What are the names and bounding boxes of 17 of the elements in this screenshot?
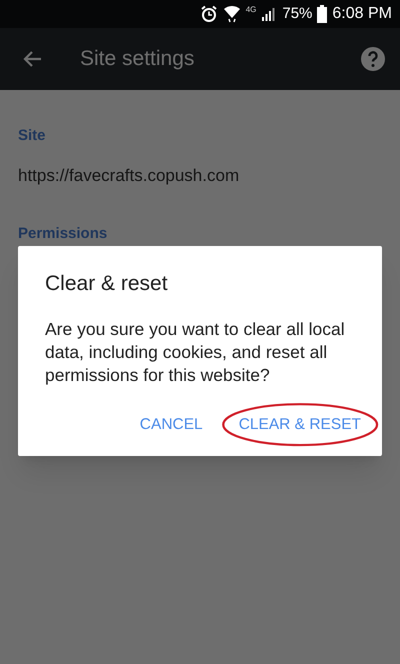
network-type: 4G <box>246 4 256 16</box>
help-icon[interactable] <box>361 47 385 71</box>
dialog-message: Are you sure you want to clear all local data, including cookies, and reset all permissions for this website? <box>45 318 346 386</box>
section-header: Permissions <box>18 224 108 244</box>
dialog-title: Clear & reset <box>45 271 169 297</box>
back-arrow-icon[interactable] <box>22 50 42 68</box>
dialog-button[interactable]: CLEAR & RESET <box>230 406 369 442</box>
clock-time: 6:08 PM <box>332 4 392 24</box>
signal-icon <box>261 6 278 22</box>
dialog-button[interactable]: CANCEL <box>132 406 211 442</box>
battery-icon <box>317 5 328 23</box>
site-url: https://favecrafts.copush.com <box>18 165 240 188</box>
toolbar-title: Site settings <box>80 46 196 72</box>
section-header: Site <box>18 126 47 146</box>
wifi-icon <box>222 5 241 23</box>
alarm-icon <box>200 5 218 23</box>
battery-percent: 75% <box>282 4 312 24</box>
